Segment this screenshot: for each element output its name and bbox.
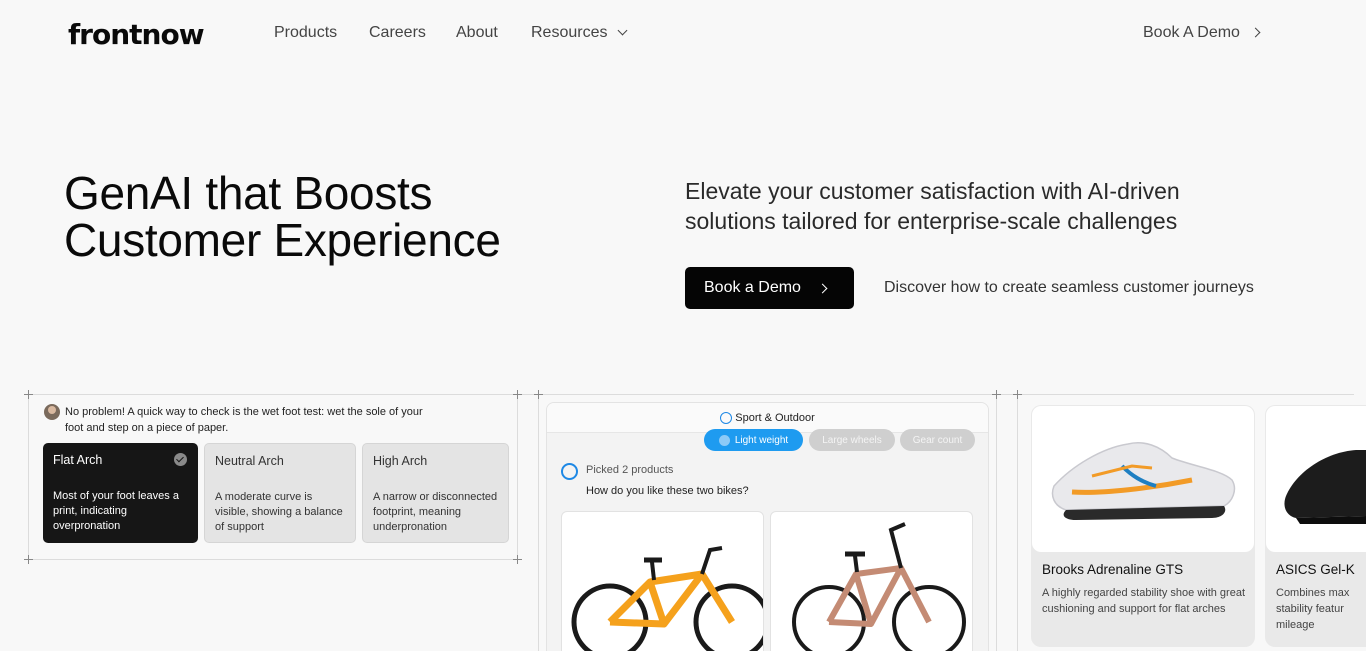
bike-card-orange[interactable]: [561, 511, 764, 651]
chip-label: Light weight: [734, 434, 789, 446]
hero-title: GenAI that Boosts Customer Experience: [64, 170, 501, 264]
option-desc: Most of your foot leaves a print, indica…: [53, 490, 179, 532]
frame-line-bottom: [28, 559, 518, 560]
page: frontnow Products Careers About Resource…: [0, 0, 1366, 651]
option-neutral-arch[interactable]: Neutral Arch A moderate curve is visible…: [204, 443, 356, 543]
option-title: High Arch: [373, 454, 428, 468]
chevron-right-icon: [1250, 27, 1261, 38]
shoe-image-brooks: [1051, 442, 1236, 520]
product-card-brooks[interactable]: Brooks Adrenaline GTS A highly regarded …: [1031, 405, 1255, 647]
nav-item-resources-label: Resources: [531, 24, 608, 41]
nav-item-about[interactable]: About: [456, 24, 498, 42]
plus-icon: [534, 390, 543, 399]
frame-line-mid4: [1017, 394, 1018, 651]
bike-image-rose: [792, 522, 966, 651]
check-circle-icon: [174, 453, 187, 466]
nav-item-products[interactable]: Products: [274, 24, 337, 42]
product-desc: A highly regarded stability shoe with gr…: [1042, 587, 1246, 615]
hero-subtitle: Elevate your customer satisfaction with …: [685, 178, 1180, 234]
plus-icon: [24, 390, 33, 399]
brand-logo[interactable]: frontnow: [68, 18, 205, 51]
filter-chip-light-weight[interactable]: Light weight: [704, 429, 803, 451]
frame-line-left: [28, 394, 29, 560]
option-high-arch[interactable]: High Arch A narrow or disconnected footp…: [362, 443, 509, 543]
plus-icon: [992, 390, 1001, 399]
option-title: Flat Arch: [53, 453, 103, 467]
chip-label: Large wheels: [822, 434, 882, 446]
filter-chip-large-wheels[interactable]: Large wheels: [809, 429, 895, 451]
plus-icon: [513, 390, 522, 399]
check-icon: [718, 434, 730, 446]
product-name: ASICS Gel-K: [1276, 562, 1355, 577]
book-demo-link[interactable]: Book A Demo: [1143, 24, 1261, 42]
product-image: [1032, 406, 1254, 552]
book-demo-link-label: Book A Demo: [1143, 24, 1240, 41]
hero-title-line-1: GenAI that Boosts: [64, 167, 433, 219]
nav-item-careers[interactable]: Careers: [369, 24, 426, 42]
option-desc: A moderate curve is visible, showing a b…: [215, 491, 343, 533]
product-desc: Combines max stability featur mileage: [1276, 587, 1350, 631]
plus-icon: [24, 555, 33, 564]
frame-line-top: [28, 394, 1354, 395]
assistant-logo-icon: [561, 463, 578, 480]
bike-card-rose[interactable]: [770, 511, 973, 651]
bike-chat-card: Sport & Outdoor Light weight Large wheel…: [546, 402, 989, 651]
chip-label: Gear count: [912, 434, 963, 446]
plus-icon: [1013, 390, 1022, 399]
category-label: Sport & Outdoor: [735, 411, 815, 424]
brand-drop-icon: [720, 411, 733, 424]
product-card-asics[interactable]: ASICS Gel-K Combines max stability featu…: [1265, 405, 1366, 647]
filter-chip-gear-count[interactable]: Gear count: [900, 429, 975, 451]
cta-note: Discover how to create seamless customer…: [884, 279, 1254, 296]
option-desc: A narrow or disconnected footprint, mean…: [373, 491, 498, 533]
chevron-down-icon: [618, 25, 628, 36]
option-flat-arch[interactable]: Flat Arch Most of your foot leaves a pri…: [43, 443, 198, 543]
hero-title-line-2: Customer Experience: [64, 214, 501, 266]
option-title: Neutral Arch: [215, 454, 284, 468]
chat-message: No problem! A quick way to check is the …: [65, 406, 423, 434]
bike-image-orange: [571, 546, 763, 651]
book-a-demo-button[interactable]: Book a Demo: [685, 267, 854, 309]
frame-line-mid3: [996, 394, 997, 651]
chevron-right-icon: [817, 283, 828, 293]
frame-line-mid2: [538, 394, 539, 651]
plus-icon: [513, 555, 522, 564]
nav-item-resources[interactable]: Resources: [531, 24, 628, 42]
book-a-demo-button-label: Book a Demo: [704, 279, 801, 296]
shoe-image-asics: [1284, 450, 1366, 524]
frame-line-mid1: [517, 394, 518, 560]
assistant-question: How do you like these two bikes?: [586, 485, 749, 497]
picked-status: Picked 2 products: [586, 464, 674, 476]
product-image: [1266, 406, 1366, 552]
product-name: Brooks Adrenaline GTS: [1042, 562, 1184, 577]
